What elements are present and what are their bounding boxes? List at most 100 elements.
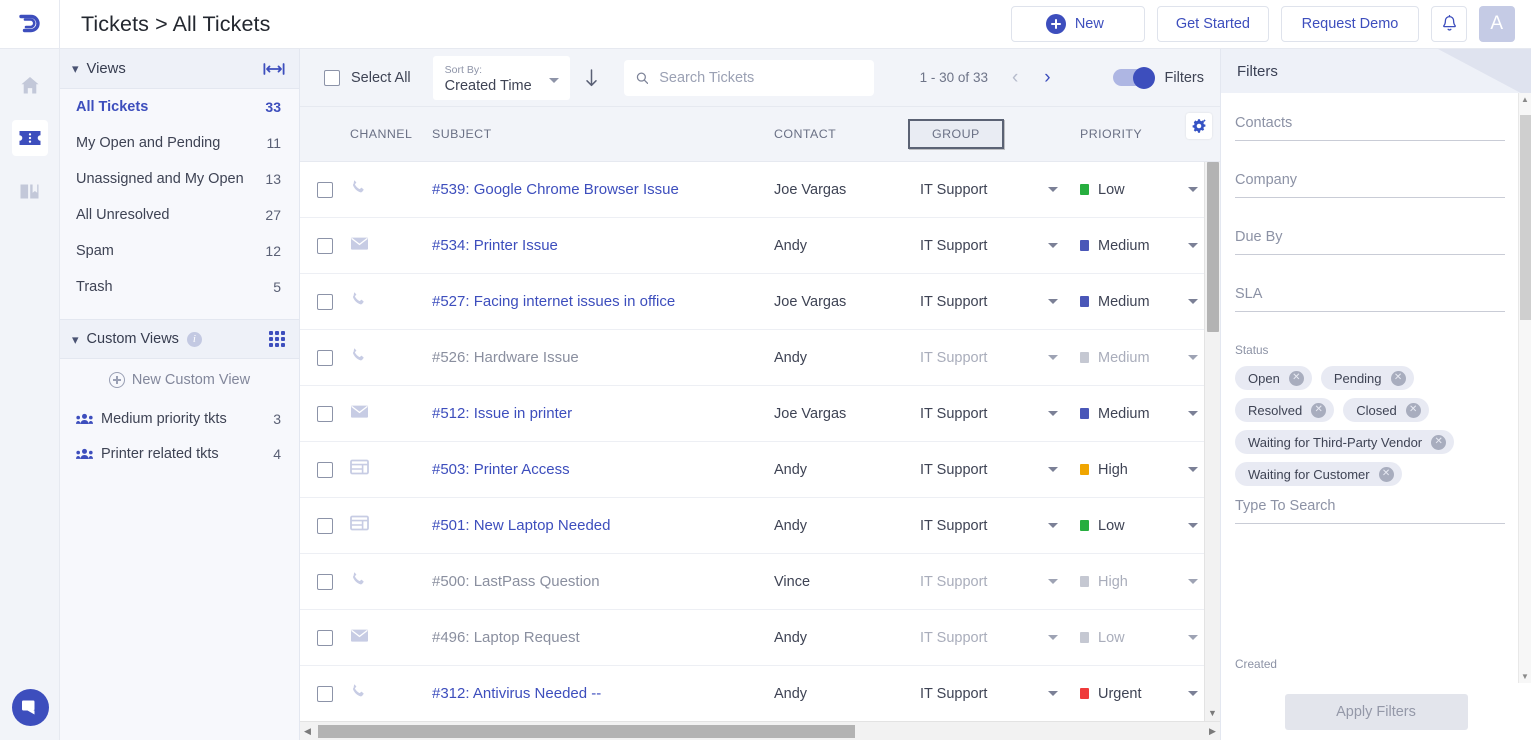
- new-custom-view-button[interactable]: New Custom View: [60, 359, 299, 401]
- row-group-cell[interactable]: IT Support: [920, 630, 1080, 646]
- filters-switch[interactable]: [1112, 66, 1155, 89]
- select-all-checkbox[interactable]: [324, 69, 340, 86]
- filters-panel-scrollbar[interactable]: ▲ ▼: [1518, 93, 1531, 683]
- sort-direction-button[interactable]: [585, 68, 598, 88]
- sidebar-item-trash[interactable]: Trash 5: [60, 269, 299, 305]
- chevron-down-icon[interactable]: [1048, 187, 1058, 192]
- row-checkbox[interactable]: [317, 405, 333, 422]
- row-subject-cell[interactable]: #500: LastPass Question: [422, 573, 774, 591]
- remove-chip-icon[interactable]: ✕: [1378, 466, 1394, 482]
- sidebar-item-printer-related-tkts[interactable]: Printer related tkts 4: [60, 436, 299, 471]
- row-subject-cell[interactable]: #534: Printer Issue: [422, 237, 774, 255]
- ticket-subject-link[interactable]: #534: Printer Issue: [432, 237, 558, 254]
- filters-toggle[interactable]: Filters: [1112, 66, 1204, 89]
- row-priority-cell[interactable]: Medium: [1080, 294, 1220, 310]
- remove-chip-icon[interactable]: ✕: [1311, 402, 1327, 418]
- chevron-down-icon[interactable]: [1048, 523, 1058, 528]
- row-checkbox[interactable]: [317, 517, 333, 534]
- chevron-down-icon[interactable]: [1188, 355, 1198, 360]
- status-chip-closed[interactable]: Closed ✕: [1343, 398, 1429, 422]
- filter-field-contacts[interactable]: Contacts: [1235, 115, 1505, 141]
- info-icon[interactable]: i: [186, 331, 202, 347]
- chevron-down-icon[interactable]: [1048, 579, 1058, 584]
- sidebar-item-unassigned-and-my-open[interactable]: Unassigned and My Open 13: [60, 161, 299, 197]
- row-priority-cell[interactable]: Low: [1080, 518, 1220, 534]
- notifications-button[interactable]: [1431, 6, 1467, 42]
- chevron-down-icon[interactable]: [1048, 691, 1058, 696]
- column-header-contact[interactable]: CONTACT: [774, 127, 920, 141]
- scroll-left-arrow-icon[interactable]: ◀: [300, 726, 315, 737]
- scrollbar-track[interactable]: [315, 724, 1205, 739]
- rail-item-tickets[interactable]: [11, 120, 48, 156]
- sort-by-select[interactable]: Sort By: Created Time: [432, 55, 570, 100]
- table-row[interactable]: #527: Facing internet issues in office J…: [300, 274, 1220, 330]
- chevron-down-icon[interactable]: [1188, 523, 1198, 528]
- scrollbar-thumb[interactable]: [318, 724, 855, 738]
- ticket-subject-link[interactable]: #500: LastPass Question: [432, 573, 600, 590]
- row-subject-cell[interactable]: #503: Printer Access: [422, 461, 774, 479]
- status-chip-waiting-for-customer[interactable]: Waiting for Customer ✕: [1235, 462, 1402, 486]
- sidebar-item-medium-priority-tkts[interactable]: Medium priority tkts 3: [60, 401, 299, 436]
- row-checkbox[interactable]: [317, 685, 333, 702]
- row-group-cell[interactable]: IT Support: [920, 686, 1080, 702]
- ticket-subject-link[interactable]: #526: Hardware Issue: [432, 349, 579, 366]
- ticket-list-vertical-scrollbar[interactable]: ▼: [1204, 162, 1220, 721]
- chevron-left-icon[interactable]: ‹: [1010, 68, 1020, 87]
- chevron-down-icon[interactable]: [1048, 299, 1058, 304]
- row-priority-cell[interactable]: Medium: [1080, 406, 1220, 422]
- row-priority-cell[interactable]: Low: [1080, 182, 1220, 198]
- avatar[interactable]: A: [1479, 6, 1515, 42]
- ticket-subject-link[interactable]: #512: Issue in printer: [432, 405, 572, 422]
- scroll-down-arrow-icon[interactable]: ▼: [1208, 708, 1217, 718]
- table-row[interactable]: #539: Google Chrome Browser Issue Joe Va…: [300, 162, 1220, 218]
- status-chip-pending[interactable]: Pending ✕: [1320, 366, 1414, 390]
- row-checkbox[interactable]: [317, 573, 333, 590]
- chevron-down-icon[interactable]: [1188, 579, 1198, 584]
- scroll-right-arrow-icon[interactable]: ▶: [1205, 726, 1220, 737]
- row-checkbox[interactable]: [317, 349, 333, 366]
- rail-item-home[interactable]: [12, 67, 48, 103]
- ticket-subject-link[interactable]: #503: Printer Access: [432, 461, 570, 478]
- row-group-cell[interactable]: IT Support: [920, 574, 1080, 590]
- remove-chip-icon[interactable]: ✕: [1390, 370, 1406, 386]
- sidebar-item-all-tickets[interactable]: All Tickets 33: [60, 89, 299, 125]
- row-group-cell[interactable]: IT Support: [920, 294, 1080, 310]
- row-priority-cell[interactable]: Low: [1080, 630, 1220, 646]
- table-row[interactable]: #500: LastPass Question Vince IT Support…: [300, 554, 1220, 610]
- table-row[interactable]: #534: Printer Issue Andy IT Support Medi…: [300, 218, 1220, 274]
- scrollbar-thumb[interactable]: [1520, 115, 1531, 320]
- row-subject-cell[interactable]: #312: Antivirus Needed --: [422, 685, 774, 703]
- row-subject-cell[interactable]: #501: New Laptop Needed: [422, 517, 774, 535]
- table-row[interactable]: #526: Hardware Issue Andy IT Support Med…: [300, 330, 1220, 386]
- ticket-list-horizontal-scrollbar[interactable]: ◀ ▶: [300, 721, 1220, 740]
- get-started-button[interactable]: Get Started: [1156, 6, 1269, 42]
- chevron-down-icon[interactable]: [1188, 411, 1198, 416]
- chevron-right-icon[interactable]: ›: [1042, 68, 1052, 87]
- views-section-header[interactable]: ▾ Views: [60, 49, 299, 89]
- status-chip-waiting-third-party-vendor[interactable]: Waiting for Third-Party Vendor ✕: [1235, 430, 1455, 454]
- search-input[interactable]: [659, 69, 862, 86]
- row-checkbox[interactable]: [317, 181, 333, 198]
- gear-settings-icon[interactable]: [1186, 113, 1212, 139]
- row-checkbox[interactable]: [317, 237, 333, 254]
- table-row[interactable]: #512: Issue in printer Joe Vargas IT Sup…: [300, 386, 1220, 442]
- chevron-down-icon[interactable]: [1188, 467, 1198, 472]
- search-box[interactable]: [623, 59, 874, 96]
- status-chip-open[interactable]: Open ✕: [1235, 366, 1312, 390]
- filter-field-company[interactable]: Company: [1235, 172, 1505, 198]
- row-priority-cell[interactable]: High: [1080, 574, 1220, 590]
- remove-chip-icon[interactable]: ✕: [1431, 434, 1447, 450]
- chevron-down-icon[interactable]: [1188, 691, 1198, 696]
- row-priority-cell[interactable]: High: [1080, 462, 1220, 478]
- row-subject-cell[interactable]: #512: Issue in printer: [422, 405, 774, 423]
- custom-views-section-header[interactable]: ▾ Custom Views i: [60, 319, 299, 359]
- request-demo-button[interactable]: Request Demo: [1281, 6, 1419, 42]
- row-subject-cell[interactable]: #496: Laptop Request: [422, 629, 774, 647]
- sidebar-item-spam[interactable]: Spam 12: [60, 233, 299, 269]
- filter-status-search[interactable]: Type To Search: [1235, 498, 1505, 524]
- row-subject-cell[interactable]: #527: Facing internet issues in office: [422, 293, 774, 311]
- chat-widget-button[interactable]: [12, 689, 49, 726]
- rail-item-solutions[interactable]: [12, 173, 48, 209]
- row-group-cell[interactable]: IT Support: [920, 406, 1080, 422]
- row-checkbox[interactable]: [317, 293, 333, 310]
